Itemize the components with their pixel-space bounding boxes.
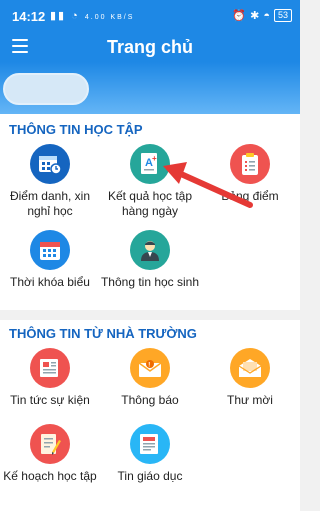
svg-text:+: +: [152, 154, 157, 163]
net-speed: 4.00 KB/S: [84, 14, 135, 21]
tile-student-info[interactable]: Thông tin học sinh: [100, 230, 200, 290]
invitation-icon: [230, 348, 270, 388]
section-school-info: THÔNG TIN TỪ NHÀ TRƯỜNG Tin tức sự kiện …: [0, 320, 300, 511]
newspaper-icon: [30, 348, 70, 388]
section-learning-info: THÔNG TIN HỌC TẬP Điểm danh, xin nghỉ họ…: [0, 114, 300, 310]
svg-text:!: !: [148, 363, 150, 369]
tile-label: Thông tin học sinh: [100, 275, 200, 289]
grade-a-icon: A +: [130, 144, 170, 184]
section-title: THÔNG TIN HỌC TẬP: [9, 122, 143, 137]
tile-label: Kết quả học tập hàng ngày: [107, 189, 193, 218]
clipboard-icon: [230, 144, 270, 184]
education-news-icon: [130, 424, 170, 464]
study-plan-icon: [30, 424, 70, 464]
status-right: ⏰ ✱ ◓ 53: [232, 9, 292, 22]
wifi-icon: ◓: [263, 9, 270, 22]
tile-gradebook[interactable]: Bảng điểm: [200, 144, 300, 204]
status-bar: 14:12 ▮▮ ◔ 4.00 KB/S ⏰ ✱ ◓ 53: [0, 0, 300, 32]
section-title: THÔNG TIN TỪ NHÀ TRƯỜNG: [9, 326, 197, 341]
notice-icon: !: [130, 348, 170, 388]
tile-attendance[interactable]: Điểm danh, xin nghỉ học: [0, 144, 100, 219]
tile-education-news[interactable]: Tin giáo dục: [100, 424, 200, 484]
bluetooth-icon: ✱: [250, 10, 260, 22]
tile-label: Thông báo: [121, 393, 179, 407]
status-time: 14:12: [12, 9, 46, 24]
alarm-icon: ⏰: [232, 10, 247, 22]
tile-label: Thư mời: [227, 393, 273, 407]
tile-label: Tin giáo dục: [117, 469, 183, 483]
tile-label: Kế hoạch học tập: [3, 469, 97, 483]
tile-label: Điểm danh, xin nghỉ học: [9, 189, 91, 218]
tile-label: Bảng điểm: [221, 189, 279, 203]
tile-timetable[interactable]: Thời khóa biểu: [0, 230, 100, 290]
student-selector[interactable]: [3, 73, 89, 105]
page-title: Trang chủ: [106, 37, 193, 57]
app-bar: Trang chủ: [0, 32, 300, 62]
tile-study-plan[interactable]: Kế hoạch học tập: [0, 424, 100, 484]
tile-news-events[interactable]: Tin tức sự kiện: [0, 348, 100, 408]
student-icon: [130, 230, 170, 270]
tile-daily-results[interactable]: A + Kết quả học tập hàng ngày: [100, 144, 200, 219]
calendar-icon: [30, 230, 70, 270]
calendar-clock-icon: [30, 144, 70, 184]
battery-indicator: 53: [273, 9, 292, 22]
signal-wifi-icons: ▮▮ ◔ 4.00 KB/S: [50, 10, 135, 22]
tile-label: Thời khóa biểu: [10, 275, 90, 289]
profile-band: [0, 62, 300, 114]
tile-invitations[interactable]: Thư mời: [200, 348, 300, 408]
tile-notices[interactable]: ! Thông báo: [100, 348, 200, 408]
tile-label: Tin tức sự kiện: [10, 393, 90, 407]
